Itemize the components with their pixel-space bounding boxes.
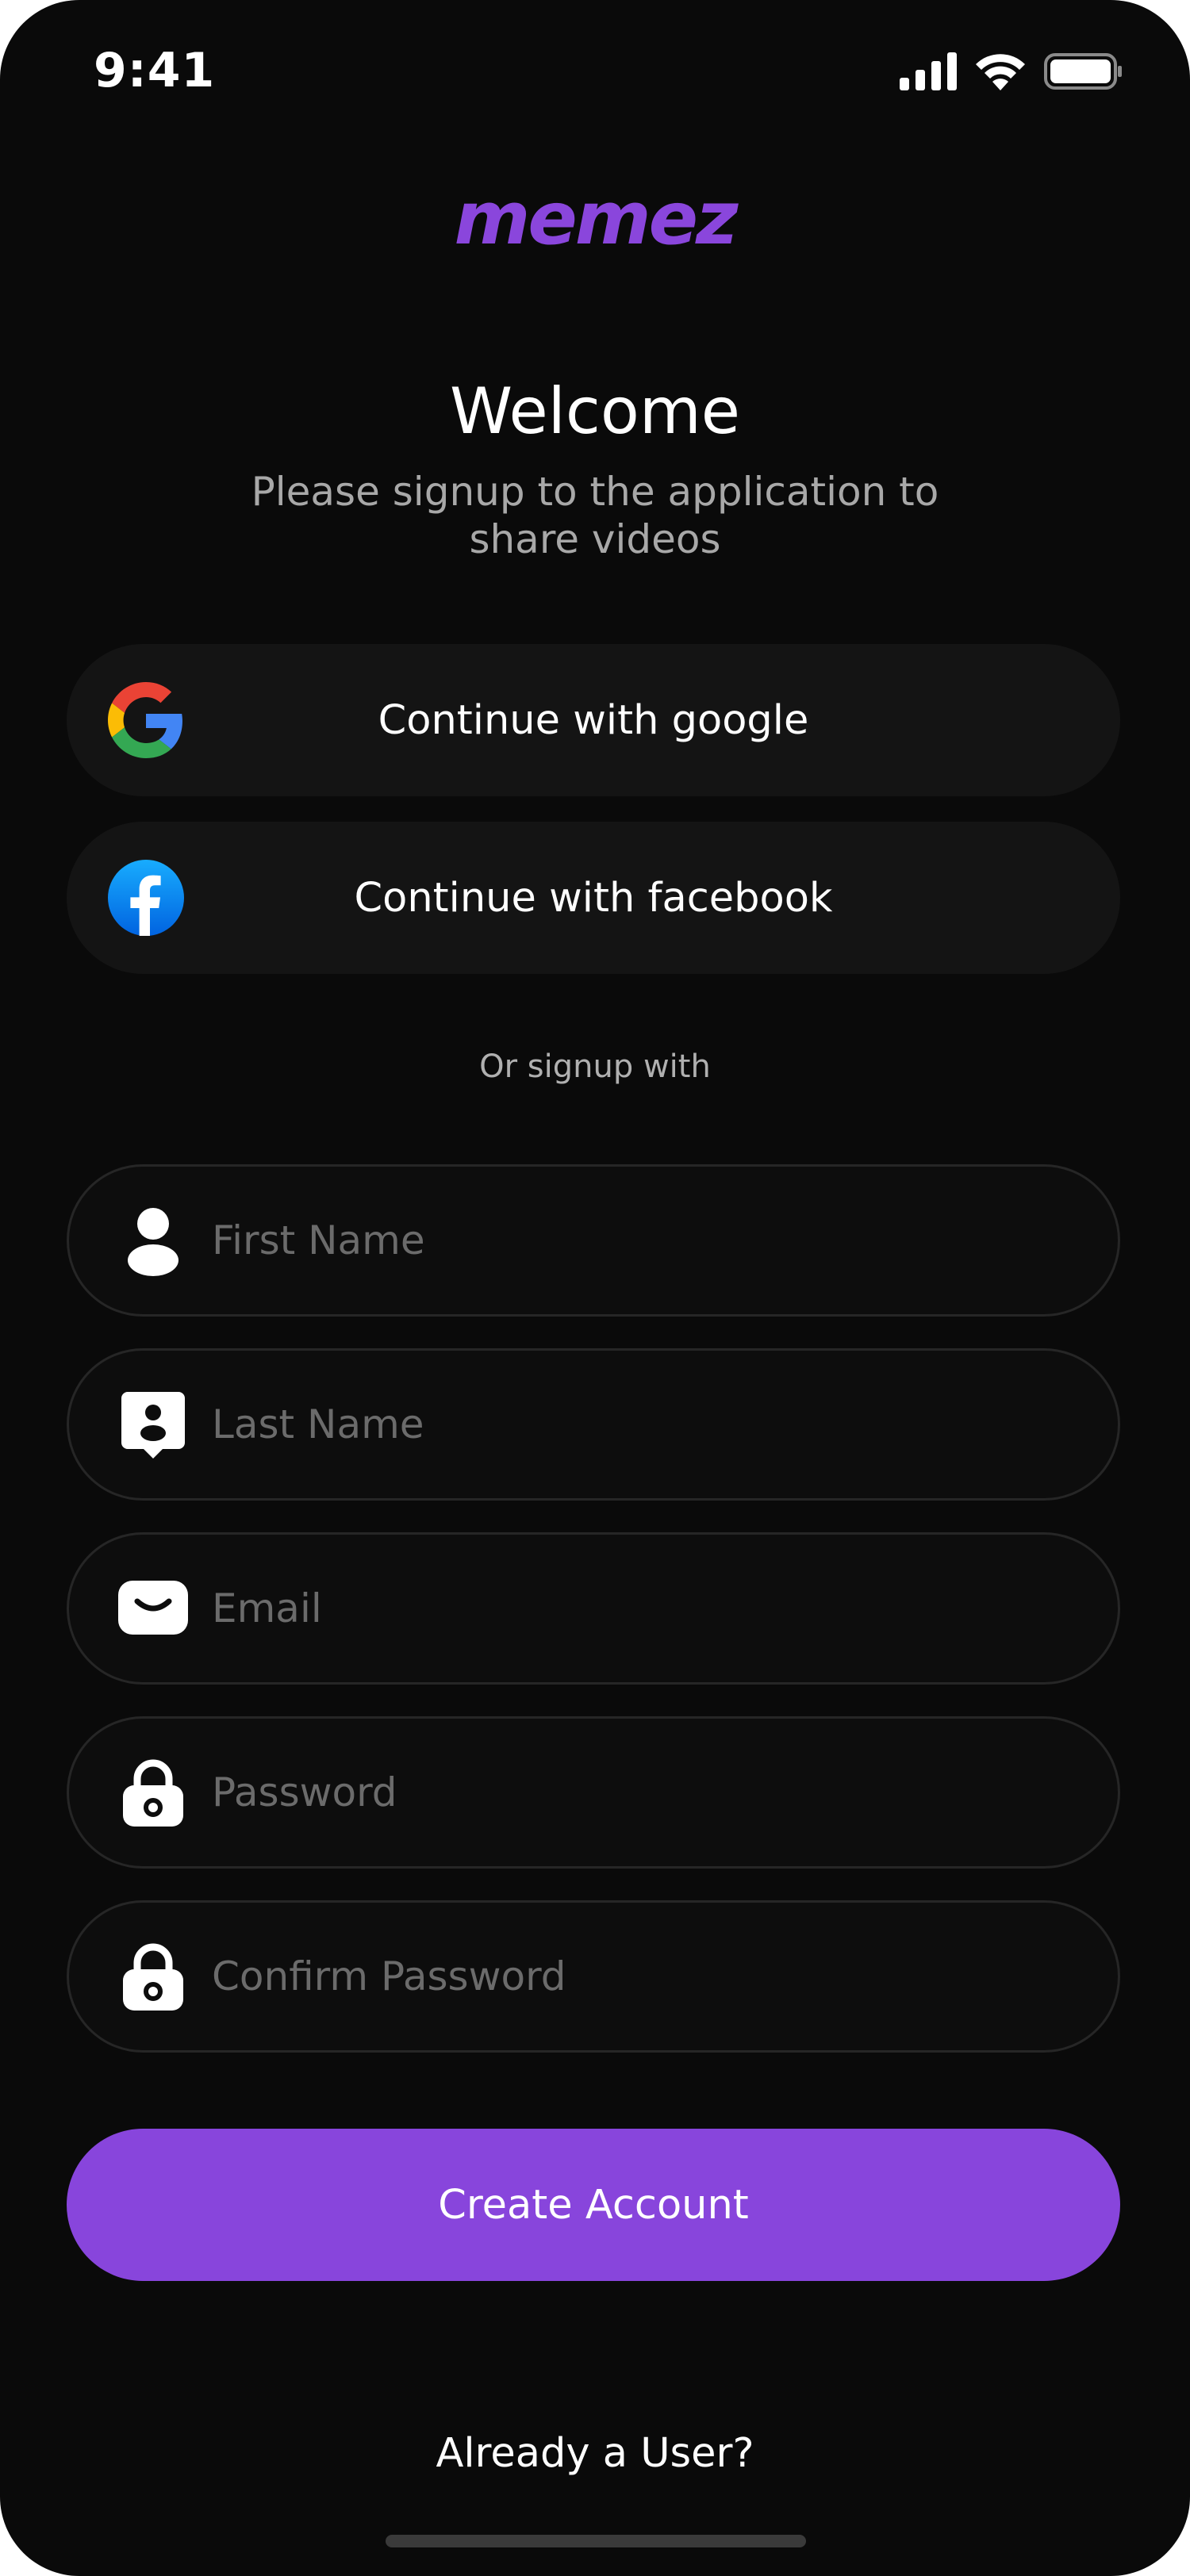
- password-input[interactable]: [210, 1719, 1070, 1866]
- or-signup-with-label: Or signup with: [479, 1048, 711, 1085]
- page-title: Welcome: [450, 374, 740, 448]
- first-name-field[interactable]: [67, 1164, 1120, 1317]
- brand-logo: memez: [454, 176, 738, 261]
- status-time: 9:41: [94, 43, 216, 98]
- continue-with-facebook-button[interactable]: Continue with facebook: [67, 822, 1120, 974]
- email-field[interactable]: [67, 1532, 1120, 1685]
- battery-icon: [1044, 53, 1122, 90]
- home-indicator: [386, 2535, 806, 2547]
- create-account-button[interactable]: Create Account: [67, 2129, 1120, 2281]
- phone-screen: 9:41 memez Welcome Please signup to the …: [0, 0, 1190, 2576]
- cellular-signal-icon: [900, 52, 957, 90]
- lock-icon: [123, 1759, 183, 1827]
- status-icons: [900, 52, 1123, 90]
- google-button-label: Continue with google: [378, 696, 809, 744]
- email-input[interactable]: [210, 1535, 1070, 1682]
- last-name-field[interactable]: [67, 1348, 1120, 1501]
- confirm-password-field[interactable]: [67, 1900, 1120, 2053]
- already-a-user-link[interactable]: Already a User?: [0, 2430, 1190, 2477]
- continue-with-google-button[interactable]: Continue with google: [67, 644, 1120, 796]
- first-name-input[interactable]: [210, 1167, 1070, 1314]
- page-subtitle: Please signup to the application to shar…: [251, 469, 939, 562]
- password-field[interactable]: [67, 1716, 1120, 1869]
- lock-icon: [123, 1943, 183, 2011]
- user-icon: [128, 1208, 178, 1276]
- facebook-button-label: Continue with facebook: [354, 874, 833, 922]
- mail-icon: [118, 1581, 188, 1635]
- wifi-icon: [976, 54, 1025, 90]
- last-name-input[interactable]: [210, 1351, 1070, 1498]
- confirm-password-input[interactable]: [210, 1903, 1070, 2050]
- contact-card-icon: [121, 1392, 185, 1459]
